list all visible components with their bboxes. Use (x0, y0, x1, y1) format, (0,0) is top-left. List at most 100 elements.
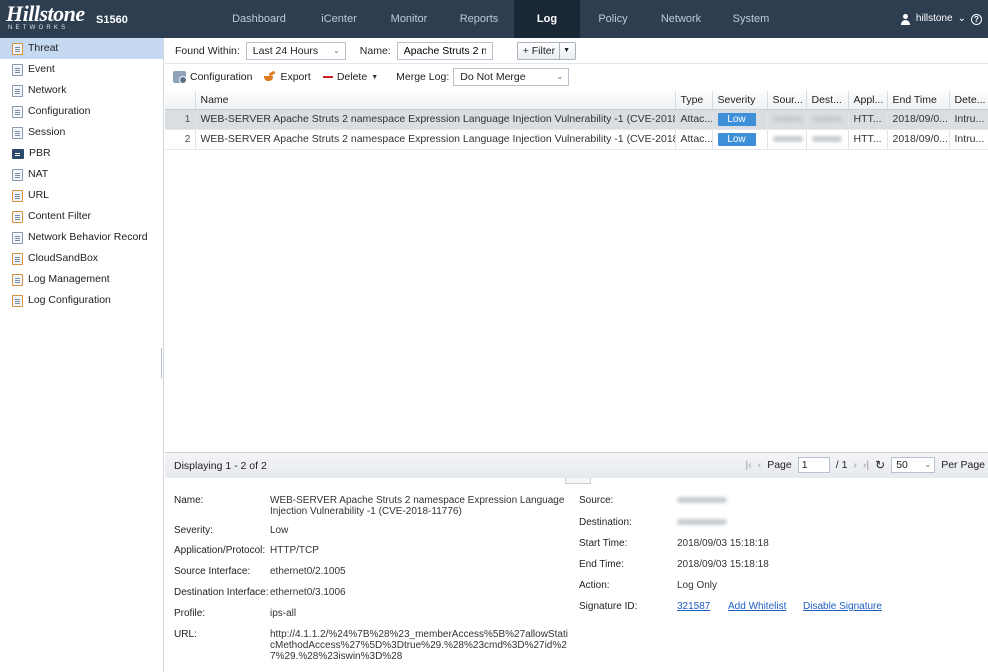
caret-down-icon: ▼ (371, 73, 379, 81)
name-filter-input[interactable] (396, 41, 493, 60)
detail-url-value: http://4.1.1.2/%24%7B%28%23_memberAccess… (270, 629, 568, 662)
filter-bar: Found Within: Last 24 Hours ⌄ Name: + Fi… (165, 38, 988, 64)
detail-app-label: Application/Protocol: (174, 545, 266, 556)
detail-destination-interface-label: Destination Interface: (174, 587, 269, 598)
column-header[interactable]: Severity (712, 91, 768, 110)
sidebar-item-label: NAT (28, 168, 49, 180)
chevron-down-icon[interactable]: ⌄ (958, 0, 966, 38)
export-button[interactable]: Export (264, 71, 311, 83)
detail-destination-value-redacted (677, 519, 727, 525)
last-page-icon[interactable]: ›| (863, 459, 869, 471)
hillstone-logo: Hillstone NETWORKS (6, 3, 86, 34)
network-log-icon (12, 84, 23, 97)
found-within-value: Last 24 Hours (252, 44, 319, 57)
sidebar-item-label: Session (28, 126, 66, 138)
detail-source-interface-value: ethernet0/2.1005 (270, 566, 346, 577)
add-filter-button[interactable]: + Filter ▼ (516, 41, 577, 60)
nav-tab-icenter[interactable]: iCenter (304, 0, 374, 38)
cell-name: WEB-SERVER Apache Struts 2 namespace Exp… (195, 129, 676, 150)
nav-tab-monitor[interactable]: Monitor (374, 0, 444, 38)
table-row[interactable]: 1 WEB-SERVER Apache Struts 2 namespace Ex… (165, 109, 988, 130)
cell-type: Attac... (675, 109, 713, 130)
delete-button[interactable]: Delete ▼ (322, 71, 379, 83)
found-within-label: Found Within: (175, 44, 240, 57)
column-header[interactable]: Dest... (806, 91, 849, 110)
column-header[interactable]: Dete... (949, 91, 988, 110)
caret-down-icon[interactable]: ▼ (559, 42, 570, 59)
chevron-down-icon: ⌄ (924, 460, 932, 469)
cell-severity: Low (712, 109, 768, 130)
found-within-select[interactable]: Last 24 Hours ⌄ (245, 41, 346, 60)
redacted-ip (811, 136, 842, 143)
column-header[interactable]: Appl... (848, 91, 888, 110)
add-whitelist-link[interactable]: Add Whitelist (728, 601, 786, 612)
detail-severity-label: Severity: (174, 525, 213, 536)
sidebar-item-pbr[interactable]: PBR (0, 143, 163, 164)
detail-source-value-redacted (677, 497, 727, 503)
sidebar-item-network-behavior-record[interactable]: Network Behavior Record (0, 227, 163, 248)
threat-log-grid: Name Type Severity Sour... Dest... Appl... End… (165, 91, 988, 451)
sidebar-item-log-management[interactable]: Log Management (0, 269, 163, 290)
refresh-icon[interactable]: ↻ (875, 458, 885, 472)
signature-id-link[interactable]: 321587 (677, 601, 710, 612)
detail-profile-label: Profile: (174, 608, 206, 619)
column-header[interactable]: Sour... (767, 91, 807, 110)
event-log-icon (12, 63, 23, 76)
merge-log-select[interactable]: Do Not Merge ⌄ (453, 68, 570, 86)
column-header[interactable] (165, 91, 196, 110)
nav-tab-dashboard[interactable]: Dashboard (214, 0, 304, 38)
sidebar-item-cloudsandbox[interactable]: CloudSandBox (0, 248, 163, 269)
help-icon[interactable]: ? (971, 13, 982, 25)
nat-log-icon (12, 168, 23, 181)
sidebar-item-label: URL (28, 189, 50, 201)
sidebar-item-label: Network Behavior Record (28, 231, 148, 243)
sidebar-item-label: Network (28, 84, 67, 96)
user-menu[interactable]: hillstone ⌄ ? (900, 0, 982, 38)
delete-label: Delete (336, 71, 368, 83)
sidebar-item-label: Threat (28, 42, 59, 54)
top-bar: Hillstone NETWORKS S1560 Dashboard iCente… (0, 0, 988, 38)
sidebar-item-url[interactable]: URL (0, 185, 163, 206)
page-label: Page (767, 459, 792, 471)
first-page-icon[interactable]: |‹ (745, 459, 751, 471)
prev-page-icon[interactable]: ‹ (758, 459, 762, 471)
per-page-select[interactable]: 50 ⌄ (891, 457, 936, 473)
page-number-input[interactable] (797, 457, 830, 473)
sidebar-item-label: CloudSandBox (28, 252, 99, 264)
cloudsandbox-log-icon (12, 252, 23, 265)
configuration-label: Configuration (190, 71, 253, 83)
detail-start-time-value: 2018/09/03 15:18:18 (677, 538, 769, 549)
redacted-ip (811, 116, 842, 123)
log-management-icon (12, 273, 23, 286)
log-detail-panel: Name: WEB-SERVER Apache Struts 2 namespa… (165, 484, 988, 672)
detail-signature-id-label: Signature ID: (579, 601, 638, 612)
sidebar-item-configuration[interactable]: Configuration (0, 101, 163, 122)
sidebar-item-label: Configuration (28, 105, 91, 117)
sidebar-item-threat[interactable]: Threat (0, 38, 163, 59)
sidebar-item-session[interactable]: Session (0, 122, 163, 143)
nav-tab-network[interactable]: Network (646, 0, 716, 38)
nav-tab-system[interactable]: System (716, 0, 786, 38)
sidebar-item-log-configuration[interactable]: Log Configuration (0, 290, 163, 311)
cell-source (767, 129, 807, 150)
sidebar-item-content-filter[interactable]: Content Filter (0, 206, 163, 227)
configuration-button[interactable]: Configuration (173, 71, 253, 84)
pagination-bar: Displaying 1 - 2 of 2 |‹ ‹ Page / 1 › ›|… (165, 452, 988, 478)
cell-application: HTT... (848, 109, 888, 130)
sidebar-item-network[interactable]: Network (0, 80, 163, 101)
main-panel: Found Within: Last 24 Hours ⌄ Name: + Fi… (165, 38, 988, 672)
cell-end-time: 2018/09/0... (887, 109, 950, 130)
disable-signature-link[interactable]: Disable Signature (803, 601, 882, 612)
cell-detection: Intru... (949, 109, 988, 130)
next-page-icon[interactable]: › (853, 459, 857, 471)
nav-tab-reports[interactable]: Reports (444, 0, 514, 38)
column-header[interactable]: Type (675, 91, 713, 110)
sidebar-item-label: Log Management (28, 273, 110, 285)
column-header[interactable]: End Time (887, 91, 950, 110)
table-row[interactable]: 2 WEB-SERVER Apache Struts 2 namespace Ex… (165, 129, 988, 150)
column-header[interactable]: Name (195, 91, 676, 110)
nav-tab-policy[interactable]: Policy (580, 0, 646, 38)
nav-tab-log[interactable]: Log (514, 0, 580, 38)
sidebar-item-event[interactable]: Event (0, 59, 163, 80)
sidebar-item-nat[interactable]: NAT (0, 164, 163, 185)
